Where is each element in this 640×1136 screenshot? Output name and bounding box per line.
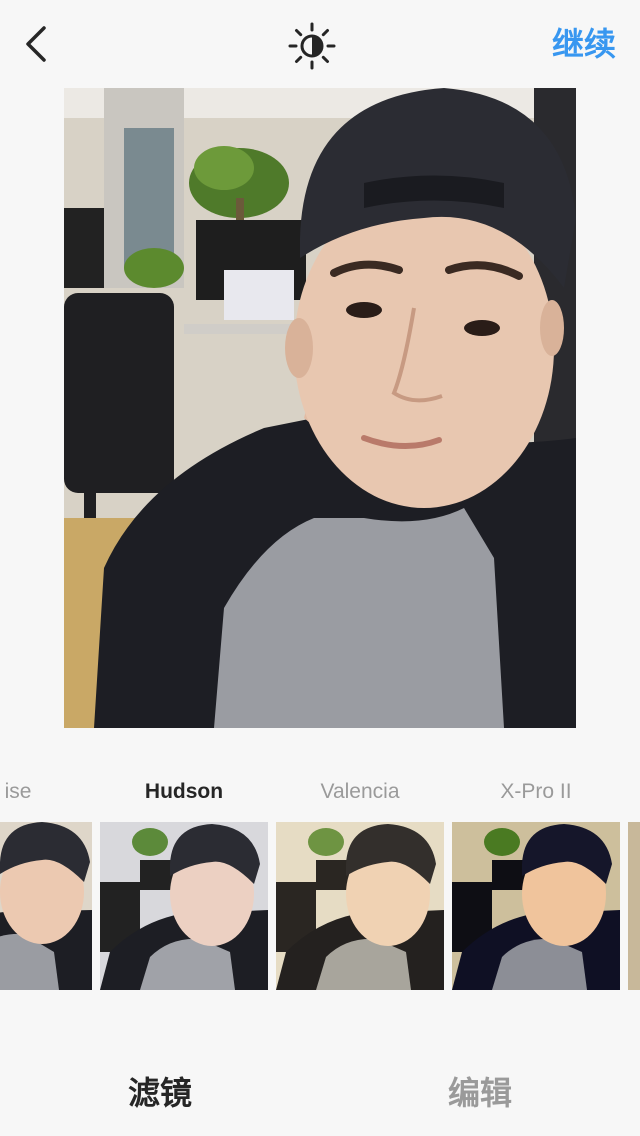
lux-brightness-icon: [288, 22, 336, 70]
top-bar: 继续: [0, 0, 640, 88]
lux-button[interactable]: [288, 22, 336, 70]
filter-name-hudson[interactable]: Hudson: [96, 770, 272, 814]
filter-name-valencia[interactable]: Valencia: [272, 770, 448, 814]
filter-name-xpro[interactable]: X-Pro II: [448, 770, 624, 814]
tab-edit[interactable]: 编辑: [320, 1050, 640, 1136]
bottom-tab-bar: 滤镜 编辑: [0, 1050, 640, 1136]
filter-thumbnail-strip: [0, 822, 640, 990]
filter-name-ise[interactable]: ise: [0, 770, 48, 814]
filter-thumb-ise[interactable]: [0, 822, 92, 990]
filter-thumb-hudson[interactable]: [100, 822, 268, 990]
photo-preview: [64, 88, 576, 728]
filter-thumb-next[interactable]: [628, 822, 640, 990]
chevron-left-icon: [26, 26, 46, 62]
tab-filter[interactable]: 滤镜: [0, 1050, 320, 1136]
next-button[interactable]: 继续: [552, 22, 616, 66]
filter-name-row: ise Hudson Valencia X-Pro II: [0, 770, 640, 814]
filter-thumb-xpro[interactable]: [452, 822, 620, 990]
filter-thumb-valencia[interactable]: [276, 822, 444, 990]
back-button[interactable]: [18, 22, 58, 66]
